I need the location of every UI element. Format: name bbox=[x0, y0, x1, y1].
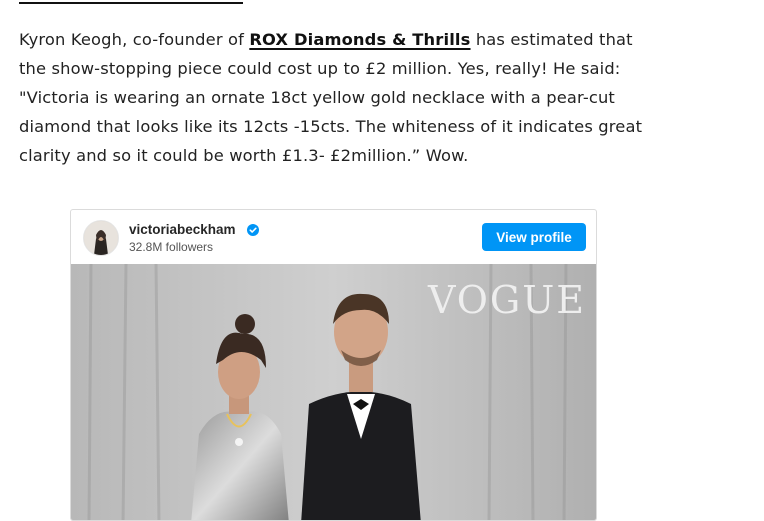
article-paragraph: Kyron Keogh, co-founder of ROX Diamonds … bbox=[19, 25, 659, 170]
paragraph-text-rest: has estimated that the show-stopping pie… bbox=[19, 30, 643, 165]
embed-header: victoriabeckham 32.8M followers View pro… bbox=[71, 210, 596, 264]
profile-username[interactable]: victoriabeckham bbox=[129, 222, 236, 237]
paragraph-text-start: Kyron Keogh, co-founder of bbox=[19, 30, 250, 49]
rox-diamonds-link[interactable]: ROX Diamonds & Thrills bbox=[249, 30, 470, 49]
vogue-watermark: VOGUE bbox=[427, 278, 586, 322]
instagram-embed: victoriabeckham 32.8M followers View pro… bbox=[70, 209, 597, 521]
post-image[interactable]: VOGUE bbox=[71, 264, 596, 520]
avatar-image bbox=[84, 221, 118, 255]
verified-badge-icon bbox=[247, 224, 259, 236]
previous-link-underline[interactable] bbox=[19, 0, 243, 4]
follower-count: 32.8M followers bbox=[129, 240, 214, 254]
view-profile-button[interactable]: View profile bbox=[482, 223, 586, 251]
profile-avatar[interactable] bbox=[83, 220, 119, 256]
